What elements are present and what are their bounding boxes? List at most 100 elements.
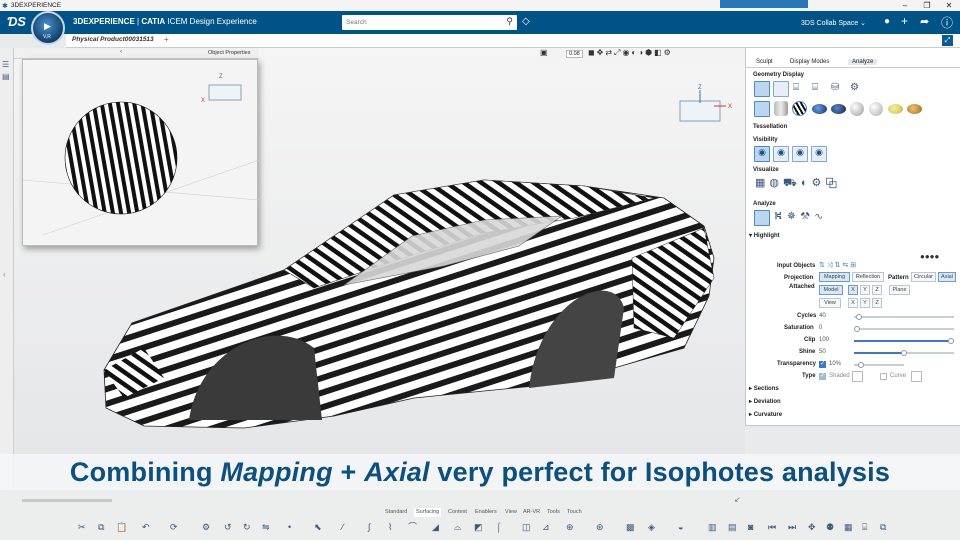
highlight-heading[interactable]: ▾ Highlight bbox=[749, 232, 780, 239]
highlight-color-swatches[interactable]: ●●●● bbox=[920, 252, 939, 261]
material-silver-icon[interactable] bbox=[850, 102, 864, 116]
tab-surfacing[interactable]: Surfacing bbox=[414, 508, 442, 517]
surface-icon[interactable]: ◢ bbox=[432, 521, 439, 533]
help-icon[interactable]: ⓘ bbox=[941, 14, 953, 31]
point-icon[interactable]: • bbox=[288, 521, 291, 533]
curvature-heading[interactable]: ▸ Curvature bbox=[749, 411, 782, 418]
zoom-value[interactable]: 0.08 bbox=[566, 50, 583, 58]
share-icon[interactable]: ➦ bbox=[920, 15, 929, 28]
type-curve-swatch[interactable] bbox=[911, 371, 922, 382]
robot-icon[interactable]: ⚉ bbox=[826, 521, 834, 533]
transparency-slider[interactable] bbox=[854, 362, 904, 368]
trim-icon[interactable]: ⊿ bbox=[542, 521, 550, 533]
update-icon[interactable]: ⟳ bbox=[170, 521, 178, 533]
add-icon[interactable]: + bbox=[901, 14, 908, 28]
analyze-highlight-button[interactable] bbox=[754, 210, 770, 226]
saturation-slider-knob[interactable] bbox=[854, 326, 860, 332]
tab-tools[interactable]: Tools bbox=[547, 508, 560, 517]
transparency-checkbox[interactable]: ✓ bbox=[819, 361, 826, 368]
shine-slider[interactable] bbox=[854, 350, 954, 356]
view-axis-triad[interactable]: Z X bbox=[679, 85, 732, 122]
material-zebra-icon[interactable] bbox=[792, 101, 807, 116]
panel-icon[interactable]: ▦ bbox=[844, 521, 853, 533]
attached-model-x-button[interactable]: X bbox=[848, 285, 858, 295]
redo-icon[interactable]: ↻ bbox=[243, 521, 251, 533]
display-icon[interactable]: ◒ bbox=[678, 521, 683, 533]
attached-view-z-button[interactable]: Z bbox=[872, 298, 882, 308]
tab-ar-vr[interactable]: AR-VR bbox=[523, 508, 540, 517]
deviation-heading[interactable]: ▸ Deviation bbox=[749, 398, 781, 405]
material-bronze-icon[interactable] bbox=[907, 104, 922, 114]
measure-icon[interactable]: ◈ bbox=[648, 521, 655, 533]
tab-touch[interactable]: Touch bbox=[567, 508, 582, 517]
offset-icon[interactable]: ◫ bbox=[522, 521, 531, 533]
tree-icon[interactable]: ⌸ bbox=[862, 521, 867, 533]
add-tab-button[interactable]: + bbox=[164, 35, 169, 44]
fillet-icon[interactable]: ⌒ bbox=[408, 521, 417, 533]
type-curve-checkbox[interactable] bbox=[880, 373, 887, 380]
collapse-arrow-icon[interactable]: ‹ bbox=[120, 49, 122, 55]
shine-slider-knob[interactable] bbox=[901, 350, 907, 356]
clip-slider[interactable] bbox=[854, 338, 954, 344]
material-check-button[interactable] bbox=[754, 101, 770, 117]
tab-standard[interactable]: Standard bbox=[385, 508, 407, 517]
user-icon[interactable]: ● bbox=[884, 16, 890, 27]
refresh-icon[interactable]: ⚙ bbox=[202, 521, 210, 533]
line-icon[interactable]: ⁄ bbox=[342, 521, 344, 533]
input-objects-icons[interactable]: ⇅⤨⇅⇆⊞ bbox=[819, 261, 858, 270]
cut-icon[interactable]: ✂ bbox=[78, 521, 86, 533]
tab-enablers[interactable]: Enablers bbox=[475, 508, 497, 517]
close-button[interactable]: ✕ bbox=[938, 0, 960, 11]
collab-space-selector[interactable]: 3DS Collab Space ⌄ bbox=[801, 19, 866, 27]
tab-view[interactable]: View bbox=[505, 508, 517, 517]
book-icon[interactable]: ▥ bbox=[708, 521, 717, 533]
tab-sculpt[interactable]: Sculpt bbox=[756, 59, 773, 65]
rewind-icon[interactable]: ⏮ bbox=[768, 521, 776, 533]
material-cylinder-icon[interactable] bbox=[774, 101, 788, 116]
capture-icon[interactable]: ◙ bbox=[748, 521, 753, 533]
cycles-slider[interactable] bbox=[854, 314, 954, 320]
type-shaded-checkbox[interactable]: ✓ bbox=[819, 373, 826, 380]
geometry-shading-button[interactable] bbox=[754, 81, 770, 97]
analyze-tools-icons[interactable]: ⛕☸⚒∿ bbox=[774, 210, 828, 224]
paste-icon[interactable]: 📋 bbox=[116, 521, 127, 533]
search-box[interactable]: ⚲ bbox=[342, 15, 517, 30]
attached-view-y-button[interactable]: Y bbox=[860, 298, 870, 308]
attached-model-y-button[interactable]: Y bbox=[860, 285, 870, 295]
pan-icon[interactable]: ✥ bbox=[808, 521, 816, 533]
film-icon[interactable]: ▤ bbox=[728, 521, 737, 533]
material-gold-icon[interactable] bbox=[888, 104, 903, 114]
transparency-slider-knob[interactable] bbox=[858, 362, 865, 368]
sections-heading[interactable]: ▸ Sections bbox=[749, 385, 779, 392]
camera-icon[interactable]: ▣ bbox=[540, 48, 548, 57]
maximize-button[interactable]: ❐ bbox=[916, 0, 938, 11]
select-icon[interactable]: ⬉ bbox=[314, 521, 322, 533]
material-chrome-icon[interactable] bbox=[869, 102, 883, 116]
tab-context[interactable]: Context bbox=[448, 508, 467, 517]
visibility-hidden-button[interactable]: ◉ bbox=[792, 146, 808, 162]
attached-model-z-button[interactable]: Z bbox=[872, 285, 882, 295]
tab-display-modes[interactable]: Display Modes bbox=[790, 59, 829, 65]
material-blue-icon[interactable] bbox=[812, 104, 827, 114]
cycles-slider-knob[interactable] bbox=[855, 314, 862, 320]
tab-analyze[interactable]: Analyze bbox=[848, 59, 878, 65]
minimize-button[interactable]: – bbox=[894, 0, 916, 11]
attached-view-x-button[interactable]: X bbox=[848, 298, 858, 308]
curve-icon[interactable]: ∫ bbox=[368, 521, 370, 533]
tree-toggle-icon[interactable]: ☰ bbox=[2, 60, 9, 69]
tag-icon[interactable]: ◇ bbox=[522, 16, 530, 27]
extrude-icon[interactable]: ◩ bbox=[474, 521, 483, 533]
view-tools-icons[interactable]: ◼✥⇄⤢◉◐◑⬢◧⚙ bbox=[588, 48, 673, 58]
properties-icon[interactable]: ▤ bbox=[2, 72, 10, 81]
expand-left-icon[interactable]: ‹ bbox=[3, 270, 6, 279]
undo-history-icon[interactable]: ↺ bbox=[224, 521, 232, 533]
search-icon[interactable]: ⚲ bbox=[506, 16, 513, 27]
pattern-circular-button[interactable]: Circular bbox=[911, 272, 936, 282]
window-icon[interactable]: ⧉ bbox=[880, 521, 886, 533]
material-darkblue-icon[interactable] bbox=[831, 104, 846, 114]
fast-forward-icon[interactable]: ⏭ bbox=[788, 521, 796, 533]
attached-model-button[interactable]: Model bbox=[819, 285, 843, 295]
copy-icon[interactable]: ⧉ bbox=[98, 521, 104, 533]
blend-icon[interactable]: ⌓ bbox=[454, 521, 461, 533]
analysis-icon[interactable]: ▩ bbox=[626, 521, 635, 533]
